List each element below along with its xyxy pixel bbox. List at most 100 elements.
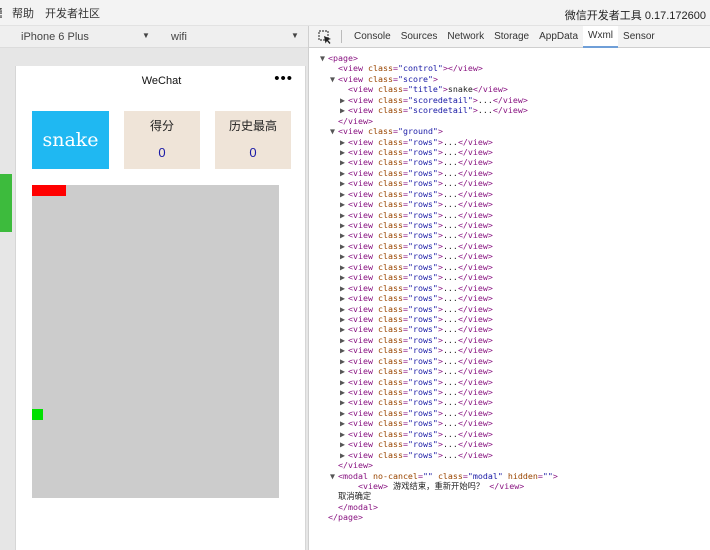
- wxml-node[interactable]: ▶ <view class="rows">...</view>: [320, 450, 558, 460]
- wxml-node[interactable]: ▶ <view class="rows">...</view>: [320, 293, 558, 303]
- wxml-node[interactable]: ▶ <view class="rows">...</view>: [320, 220, 558, 230]
- wxml-node[interactable]: ▶ <view class="rows">...</view>: [320, 168, 558, 178]
- wxml-node[interactable]: ▶ <view class="rows">...</view>: [320, 210, 558, 220]
- expand-right-icon[interactable]: ▶: [340, 408, 348, 418]
- expand-right-icon[interactable]: ▶: [340, 304, 348, 314]
- expand-right-icon[interactable]: ▶: [340, 377, 348, 387]
- wxml-node[interactable]: </modal>: [320, 502, 558, 512]
- wxml-node[interactable]: ▶ <view class="rows">...</view>: [320, 251, 558, 261]
- device-select[interactable]: iPhone 6 Plus: [21, 31, 89, 43]
- expand-right-icon[interactable]: ▶: [340, 168, 348, 178]
- wxml-node[interactable]: </page>: [320, 512, 558, 522]
- wxml-node[interactable]: ▶ <view class="rows">...</view>: [320, 345, 558, 355]
- wxml-node[interactable]: ▶ <view class="rows">...</view>: [320, 199, 558, 209]
- wxml-node[interactable]: ▶ <view class="rows">...</view>: [320, 356, 558, 366]
- chevron-down-icon[interactable]: ▼: [291, 31, 299, 40]
- tab-sensor[interactable]: Sensor: [618, 26, 660, 48]
- expand-right-icon[interactable]: ▶: [340, 251, 348, 261]
- tab-storage[interactable]: Storage: [489, 26, 534, 48]
- expand-right-icon[interactable]: ▶: [340, 439, 348, 449]
- expand-right-icon[interactable]: ▶: [340, 95, 348, 105]
- wxml-node[interactable]: ▶ <view class="rows">...</view>: [320, 272, 558, 282]
- expand-right-icon[interactable]: ▶: [340, 366, 348, 376]
- wxml-node[interactable]: ▶ <view class="rows">...</view>: [320, 230, 558, 240]
- wxml-node[interactable]: ▶ <view class="rows">...</view>: [320, 314, 558, 324]
- wxml-node[interactable]: ▼ <view class="ground">: [320, 126, 558, 136]
- wxml-node[interactable]: ▶ <view class="scoredetail">...</view>: [320, 105, 558, 115]
- tab-sources[interactable]: Sources: [396, 26, 443, 48]
- wxml-node[interactable]: ▶ <view class="rows">...</view>: [320, 387, 558, 397]
- wxml-node[interactable]: ▶ <view class="rows">...</view>: [320, 137, 558, 147]
- expand-right-icon[interactable]: ▶: [340, 241, 348, 251]
- network-select[interactable]: wifi: [171, 31, 187, 43]
- tab-network[interactable]: Network: [442, 26, 489, 48]
- wxml-node[interactable]: ▶ <view class="rows">...</view>: [320, 408, 558, 418]
- chevron-down-icon[interactable]: ▼: [142, 31, 150, 40]
- expand-right-icon[interactable]: ▶: [340, 105, 348, 115]
- expand-right-icon[interactable]: ▶: [340, 210, 348, 220]
- expand-right-icon[interactable]: ▶: [340, 345, 348, 355]
- menu-item-community[interactable]: 开发者社区: [45, 5, 100, 21]
- tab-console[interactable]: Console: [349, 26, 396, 48]
- expand-right-icon[interactable]: ▶: [340, 189, 348, 199]
- wxml-node[interactable]: ▶ <view class="scoredetail">...</view>: [320, 95, 558, 105]
- expand-right-icon[interactable]: ▶: [340, 293, 348, 303]
- expand-right-icon[interactable]: ▶: [340, 450, 348, 460]
- expand-right-icon[interactable]: ▶: [340, 283, 348, 293]
- expand-right-icon[interactable]: ▶: [340, 324, 348, 334]
- wxml-node[interactable]: ▶ <view class="rows">...</view>: [320, 147, 558, 157]
- expand-right-icon[interactable]: ▶: [340, 230, 348, 240]
- wxml-node[interactable]: ▼ <modal no-cancel="" class="modal" hidde…: [320, 471, 558, 481]
- inspect-icon[interactable]: [317, 29, 333, 45]
- wxml-node[interactable]: ▶ <view class="rows">...</view>: [320, 439, 558, 449]
- tab-appdata[interactable]: AppData: [534, 26, 583, 48]
- expand-right-icon[interactable]: ▶: [340, 147, 348, 157]
- wxml-node[interactable]: </view>: [320, 460, 558, 470]
- expand-right-icon[interactable]: ▶: [340, 262, 348, 272]
- expand-right-icon[interactable]: ▶: [340, 356, 348, 366]
- wxml-node[interactable]: ▶ <view class="rows">...</view>: [320, 178, 558, 188]
- expand-right-icon[interactable]: ▶: [340, 137, 348, 147]
- tab-wxml[interactable]: Wxml: [583, 25, 619, 48]
- wxml-node[interactable]: ▶ <view class="rows">...</view>: [320, 304, 558, 314]
- wxml-node[interactable]: ▶ <view class="rows">...</view>: [320, 366, 558, 376]
- game-ground[interactable]: [32, 185, 279, 498]
- expand-right-icon[interactable]: ▶: [340, 178, 348, 188]
- expand-down-icon[interactable]: ▼: [320, 53, 328, 63]
- expand-down-icon[interactable]: ▼: [330, 74, 338, 84]
- wxml-node[interactable]: ▶ <view class="rows">...</view>: [320, 283, 558, 293]
- wxml-node[interactable]: ▶ <view class="rows">...</view>: [320, 429, 558, 439]
- expand-right-icon[interactable]: ▶: [340, 220, 348, 230]
- wxml-node[interactable]: ▶ <view class="rows">...</view>: [320, 397, 558, 407]
- expand-down-icon[interactable]: ▼: [330, 471, 338, 481]
- wxml-node[interactable]: ▶ <view class="rows">...</view>: [320, 241, 558, 251]
- menu-item-help[interactable]: 帮助: [12, 5, 34, 21]
- wxml-node[interactable]: ▼ <page>: [320, 53, 558, 63]
- wxml-node[interactable]: <view> 游戏结束，重新开始吗？ </view>: [320, 481, 558, 491]
- side-tab[interactable]: [0, 174, 12, 232]
- wxml-node[interactable]: ▶ <view class="rows">...</view>: [320, 189, 558, 199]
- expand-right-icon[interactable]: ▶: [340, 387, 348, 397]
- expand-right-icon[interactable]: ▶: [340, 314, 348, 324]
- menu-item-settings[interactable]: 置: [0, 5, 2, 21]
- expand-right-icon[interactable]: ▶: [340, 397, 348, 407]
- expand-right-icon[interactable]: ▶: [340, 272, 348, 282]
- wxml-node[interactable]: ▶ <view class="rows">...</view>: [320, 335, 558, 345]
- wxml-node[interactable]: ▶ <view class="rows">...</view>: [320, 262, 558, 272]
- expand-right-icon[interactable]: ▶: [340, 157, 348, 167]
- expand-down-icon[interactable]: ▼: [330, 126, 338, 136]
- wxml-node[interactable]: 取消确定: [320, 491, 558, 501]
- more-icon[interactable]: •••: [274, 70, 293, 87]
- wxml-node[interactable]: </view>: [320, 116, 558, 126]
- wxml-node[interactable]: ▶ <view class="rows">...</view>: [320, 324, 558, 334]
- expand-right-icon[interactable]: ▶: [340, 429, 348, 439]
- wxml-node[interactable]: ▼ <view class="score">: [320, 74, 558, 84]
- wxml-node[interactable]: ▶ <view class="rows">...</view>: [320, 377, 558, 387]
- expand-right-icon[interactable]: ▶: [340, 199, 348, 209]
- wxml-node[interactable]: <view class="control"></view>: [320, 63, 558, 73]
- expand-right-icon[interactable]: ▶: [340, 335, 348, 345]
- expand-right-icon[interactable]: ▶: [340, 418, 348, 428]
- wxml-node[interactable]: ▶ <view class="rows">...</view>: [320, 157, 558, 167]
- wxml-node[interactable]: ▶ <view class="rows">...</view>: [320, 418, 558, 428]
- wxml-node[interactable]: <view class="title">snake</view>: [320, 84, 558, 94]
